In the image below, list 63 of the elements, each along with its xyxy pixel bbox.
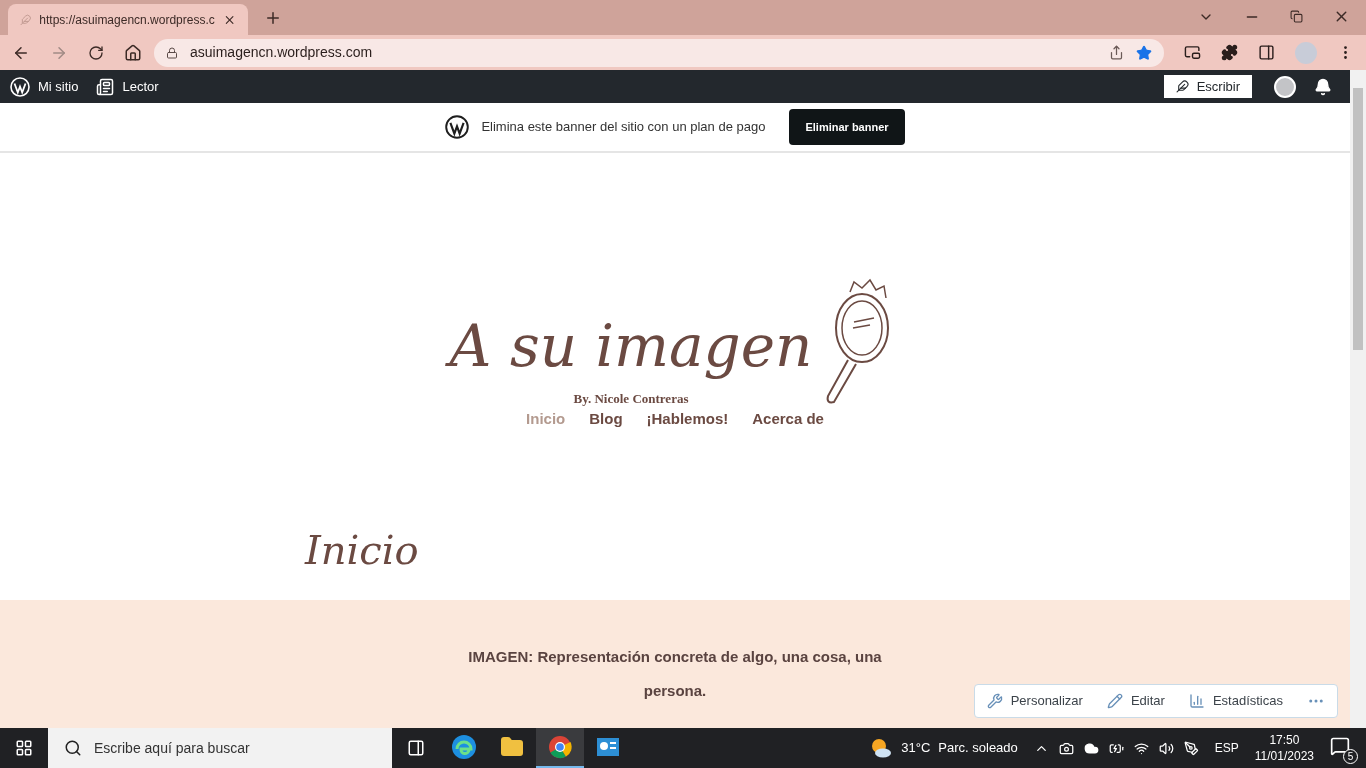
extensions-icon[interactable] <box>1221 44 1238 61</box>
chrome-icon <box>548 735 572 759</box>
my-site-link[interactable]: Mi sitio <box>38 76 79 97</box>
action-link[interactable]: Estadísticas <box>1212 691 1283 711</box>
reload-icon[interactable] <box>88 44 104 61</box>
clock-time: 17:50 <box>1269 732 1300 748</box>
site-favicon <box>20 13 32 26</box>
wordpress-logo <box>445 115 470 139</box>
wordpress-logo <box>10 76 30 97</box>
url-text: asuimagencn.wordpress.com <box>190 43 374 62</box>
remove-banner-button[interactable]: Eliminar banner <box>789 109 905 145</box>
browser-icon <box>451 734 477 760</box>
scrollbar[interactable] <box>1350 70 1366 728</box>
nav-link[interactable]: Blog <box>589 408 623 431</box>
folder-icon <box>500 735 524 759</box>
share-icon[interactable] <box>1109 45 1124 60</box>
search-placeholder: Escribe aquí para buscar <box>94 738 250 758</box>
restore-icon[interactable] <box>1290 10 1303 23</box>
start-icon[interactable] <box>15 739 33 757</box>
tools-icon <box>986 693 1003 709</box>
nav-link[interactable]: ¡Hablemos! <box>646 408 729 431</box>
bookmark-star-icon[interactable] <box>1136 44 1152 61</box>
account-avatar[interactable] <box>1274 75 1296 98</box>
camera-icon[interactable] <box>1058 740 1074 756</box>
pen-icon[interactable] <box>1183 740 1199 756</box>
taskbar-app[interactable] <box>536 728 584 768</box>
side-panel-icon[interactable] <box>1258 44 1275 61</box>
clock-date: 11/01/2023 <box>1254 748 1314 764</box>
reader-icon <box>96 77 115 96</box>
quill-icon <box>1175 80 1189 93</box>
task-view-icon[interactable] <box>407 739 425 757</box>
monitor-app-icon <box>596 737 620 757</box>
tab-title: https://asuimagencn.wordpress.c <box>39 11 215 29</box>
search-icon <box>64 739 82 757</box>
notification-count: 5 <box>1343 749 1358 764</box>
action-link[interactable]: Editar <box>1130 691 1165 711</box>
reader-link[interactable]: Lector <box>122 76 159 97</box>
action-link[interactable]: Personalizar <box>1010 691 1083 711</box>
taskbar-search[interactable]: Escribe aquí para buscar <box>48 728 392 768</box>
temperature: 31°C <box>901 739 931 758</box>
wifi-icon[interactable] <box>1133 740 1149 756</box>
language-indicator[interactable]: ESP <box>1214 739 1239 757</box>
clock[interactable]: 17:50 11/01/2023 <box>1254 732 1314 764</box>
cloud-icon[interactable] <box>1083 740 1099 756</box>
intro-text: IMAGEN: Representación concreta de algo, una cosa, una persona. <box>467 647 883 701</box>
lock-icon <box>166 46 178 59</box>
home-icon[interactable] <box>124 43 142 62</box>
banner-text: Elimina este banner del sitio con un plan de pago <box>481 118 766 137</box>
weather-text: Parc. soleado <box>938 739 1018 758</box>
notification-center-icon[interactable] <box>1330 736 1350 756</box>
nav-link[interactable]: Acerca de <box>752 408 824 431</box>
browser-tab[interactable]: https://asuimagencn.wordpress.c <box>8 4 248 35</box>
picture-in-picture-icon[interactable] <box>1184 44 1201 61</box>
address-bar[interactable]: asuimagencn.wordpress.com <box>154 38 1164 67</box>
weather-icon <box>869 736 894 760</box>
new-tab-icon[interactable] <box>264 9 282 27</box>
write-button[interactable]: Escribir <box>1163 75 1252 98</box>
volume-icon[interactable] <box>1158 740 1174 756</box>
notifications-icon[interactable] <box>1314 77 1332 96</box>
page-title: Inicio <box>305 526 419 575</box>
stats-icon <box>1188 693 1205 709</box>
pencil-icon <box>1106 693 1123 709</box>
logo-byline: By. Nicole Contreras <box>573 389 689 408</box>
